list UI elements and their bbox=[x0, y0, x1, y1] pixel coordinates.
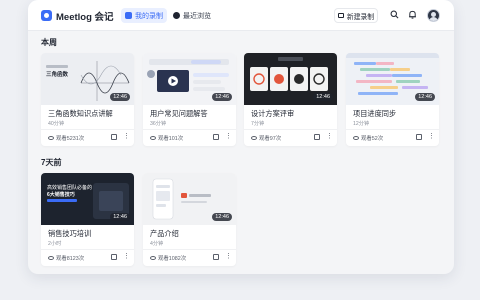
more-icon[interactable]: ⋮ bbox=[225, 253, 232, 260]
duration-badge: 12:46 bbox=[212, 93, 232, 101]
card-footer: 观看5231次 ⋮ bbox=[41, 129, 134, 146]
view-count-text: 观看52次 bbox=[361, 136, 384, 142]
view-count: 观看5231次 bbox=[48, 134, 84, 142]
view-count: 观看1082次 bbox=[150, 254, 186, 262]
video-thumbnail[interactable]: 12:46 bbox=[346, 53, 439, 105]
view-count-text: 观看101次 bbox=[158, 136, 184, 142]
view-count-text: 观看1082次 bbox=[158, 256, 187, 262]
card-title: 用户常见问题解答 bbox=[150, 109, 208, 118]
new-recording-label: 新建录制 bbox=[346, 13, 375, 21]
eye-icon bbox=[150, 256, 156, 260]
card-title: 设计方案评审 bbox=[251, 109, 295, 118]
card-meta: 4分钟 bbox=[150, 241, 164, 247]
search-icon[interactable] bbox=[390, 10, 399, 19]
card-title: 销售技巧培训 bbox=[48, 229, 92, 238]
thumbnail-text: 三角函数 bbox=[46, 72, 69, 78]
card-meta: 36分钟 bbox=[150, 121, 167, 127]
duration-badge: 12:46 bbox=[313, 93, 333, 101]
view-count-text: 观看8123次 bbox=[56, 256, 85, 262]
app-window: Meetlog 会记 我的录制 最近浏览 新建录制 本周 三角函数 12:46 … bbox=[28, 0, 454, 274]
tab-label: 我的录制 bbox=[135, 12, 163, 20]
more-icon[interactable]: ⋮ bbox=[428, 133, 435, 140]
eye-icon bbox=[48, 256, 54, 260]
more-icon[interactable]: ⋮ bbox=[326, 133, 333, 140]
card-footer: 观看97次 ⋮ bbox=[244, 129, 337, 146]
recording-card[interactable]: 三角函数 12:46 三角函数知识点讲解 40分钟 观看5231次 ⋮ bbox=[41, 53, 134, 146]
video-thumbnail[interactable]: 三角函数 12:46 bbox=[41, 53, 134, 105]
video-thumbnail[interactable]: 12:46 bbox=[143, 173, 236, 225]
clock-icon bbox=[173, 12, 180, 19]
card-meta: 7分钟 bbox=[251, 121, 265, 127]
share-icon[interactable] bbox=[213, 254, 219, 260]
app-name: Meetlog 会记 bbox=[56, 11, 114, 23]
recording-card[interactable]: 12:46 产品介绍 4分钟 观看1082次 ⋮ bbox=[143, 173, 236, 266]
camera-icon bbox=[337, 13, 344, 18]
view-count: 观看52次 bbox=[353, 134, 383, 142]
share-icon[interactable] bbox=[416, 134, 422, 140]
view-count-text: 观看5231次 bbox=[56, 136, 85, 142]
card-footer: 观看52次 ⋮ bbox=[346, 129, 439, 146]
card-title: 产品介绍 bbox=[150, 229, 179, 238]
more-icon[interactable]: ⋮ bbox=[225, 133, 232, 140]
new-recording-button[interactable]: 新建录制 bbox=[334, 8, 378, 23]
more-icon[interactable]: ⋮ bbox=[123, 253, 130, 260]
tab-label: 最近浏览 bbox=[183, 12, 211, 20]
more-icon[interactable]: ⋮ bbox=[123, 133, 130, 140]
eye-icon bbox=[150, 136, 156, 140]
share-icon[interactable] bbox=[111, 254, 117, 260]
record-icon bbox=[125, 12, 132, 19]
share-icon[interactable] bbox=[213, 134, 219, 140]
logo-icon bbox=[41, 10, 52, 21]
duration-badge: 12:46 bbox=[415, 93, 435, 101]
duration-badge: 12:46 bbox=[212, 213, 232, 221]
card-meta: 12分钟 bbox=[353, 121, 370, 127]
card-footer: 观看8123次 ⋮ bbox=[41, 249, 134, 266]
view-count: 观看101次 bbox=[150, 134, 183, 142]
recording-card[interactable]: 高效销售团队必备的 6大销售技巧 12:46 销售技巧培训 2小时 观看8123… bbox=[41, 173, 134, 266]
eye-icon bbox=[353, 136, 359, 140]
view-count-text: 观看97次 bbox=[259, 136, 282, 142]
card-footer: 观看1082次 ⋮ bbox=[143, 249, 236, 266]
duration-badge: 12:46 bbox=[110, 93, 130, 101]
view-count: 观看8123次 bbox=[48, 254, 84, 262]
card-meta: 40分钟 bbox=[48, 121, 65, 127]
share-icon[interactable] bbox=[111, 134, 117, 140]
bell-icon[interactable] bbox=[408, 10, 417, 19]
app-logo[interactable]: Meetlog 会记 bbox=[41, 9, 114, 23]
section-title-this-week: 本周 bbox=[41, 38, 57, 47]
card-title: 三角函数知识点讲解 bbox=[48, 109, 113, 118]
recording-card[interactable]: 12:46 设计方案评审 7分钟 观看97次 ⋮ bbox=[244, 53, 337, 146]
card-meta: 2小时 bbox=[48, 241, 62, 247]
recording-card[interactable]: 12:46 用户常见问题解答 36分钟 观看101次 ⋮ bbox=[143, 53, 236, 146]
share-icon[interactable] bbox=[314, 134, 320, 140]
top-bar: Meetlog 会记 我的录制 最近浏览 新建录制 bbox=[28, 0, 454, 31]
tab-recent[interactable]: 最近浏览 bbox=[169, 8, 215, 23]
video-thumbnail[interactable]: 12:46 bbox=[143, 53, 236, 105]
eye-icon bbox=[48, 136, 54, 140]
card-title: 项目进度同步 bbox=[353, 109, 397, 118]
thumbnail-text-line-2: 6大销售技巧 bbox=[47, 192, 75, 198]
section-title-7-days-ago: 7天前 bbox=[41, 158, 62, 167]
recording-card[interactable]: 12:46 项目进度同步 12分钟 观看52次 ⋮ bbox=[346, 53, 439, 146]
thumbnail-text-line-1: 高效销售团队必备的 bbox=[47, 185, 93, 191]
card-footer: 观看101次 ⋮ bbox=[143, 129, 236, 146]
eye-icon bbox=[251, 136, 257, 140]
tab-my-recordings[interactable]: 我的录制 bbox=[121, 8, 167, 23]
video-thumbnail[interactable]: 高效销售团队必备的 6大销售技巧 12:46 bbox=[41, 173, 134, 225]
duration-badge: 12:46 bbox=[110, 213, 130, 221]
avatar[interactable] bbox=[427, 9, 440, 22]
view-count: 观看97次 bbox=[251, 134, 281, 142]
video-thumbnail[interactable]: 12:46 bbox=[244, 53, 337, 105]
